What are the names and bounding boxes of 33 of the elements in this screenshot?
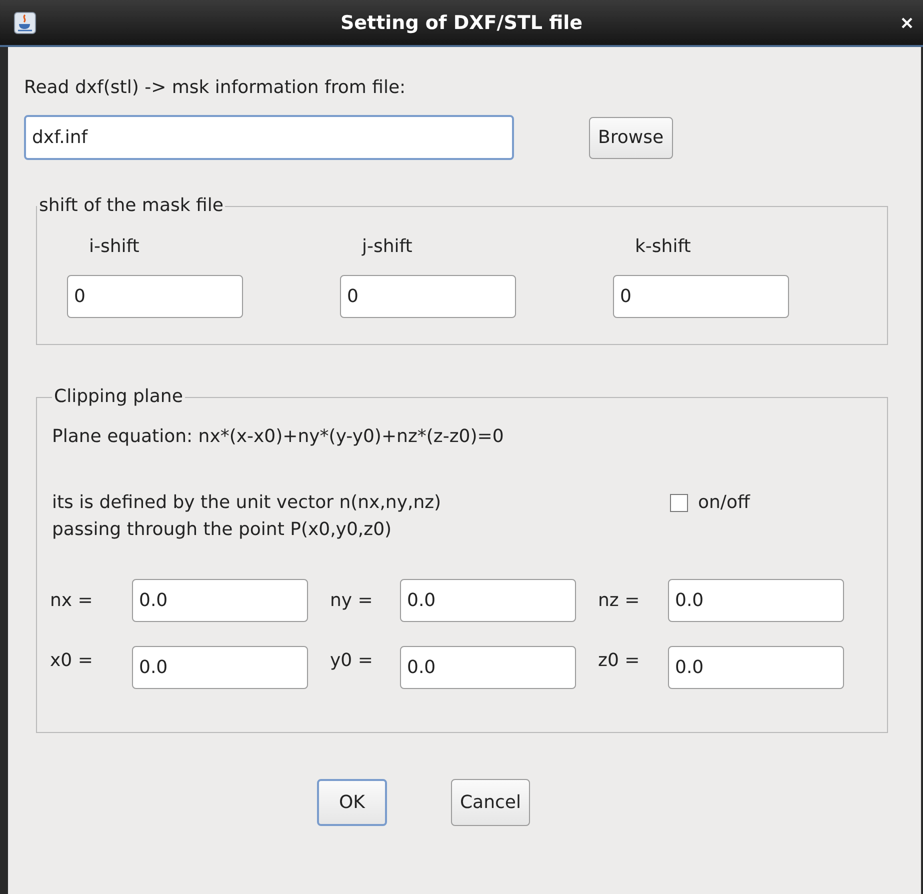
field-label: x0 = [50,650,94,671]
window-title: Setting of DXF/STL file [339,12,584,34]
input-field[interactable]: 0.0 [668,579,844,622]
file-label: Read dxf(stl) -> msk information from file: [24,77,407,99]
input-field[interactable]: 0.0 [132,579,308,622]
field-label: y0 = [330,650,374,671]
checkbox[interactable] [670,494,688,512]
field-label: z0 = [598,650,641,671]
field-label: k-shift [634,235,692,259]
input-field[interactable]: 0 [613,275,789,318]
input-field[interactable]: 0.0 [668,646,844,689]
browse-button[interactable]: Browse [589,116,673,158]
group-title: Clipping plane [53,386,184,408]
field-label: nz = [598,590,641,611]
description-text: its is defined by the unit vector n(nx,ny,nz) [52,491,442,515]
file-input[interactable]: dxf.inf [24,115,514,160]
input-field[interactable]: 0.0 [132,646,308,689]
checkbox-label[interactable]: on/off [698,492,750,513]
field-label: i-shift [88,235,140,259]
field-label: ny = [330,590,374,611]
field-label: nx = [50,590,94,611]
input-field[interactable]: 0.0 [400,579,576,622]
group-title: shift of the mask file [38,195,224,217]
coffee-cup-icon [14,12,36,34]
ok-button[interactable]: OK [317,779,387,826]
input-field[interactable]: 0.0 [400,646,576,689]
field-label: j-shift [360,235,414,259]
close-icon[interactable] [901,16,913,28]
cancel-button[interactable]: Cancel [450,779,530,826]
description-text: passing through the point P(x0,y0,z0) [52,518,393,542]
equation-text: Plane equation: nx*(x-x0)+ny*(y-y0)+nz*(z-z0)=0 [52,425,505,449]
input-field[interactable]: 0 [340,275,516,318]
input-field[interactable]: 0 [67,275,243,318]
